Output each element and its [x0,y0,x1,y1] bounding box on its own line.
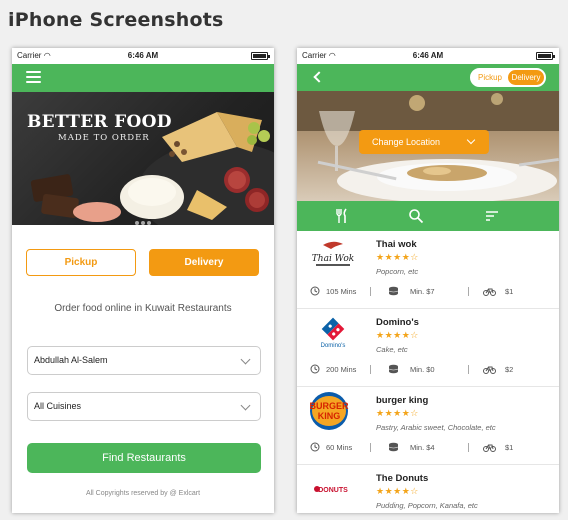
restaurant-row[interactable]: Thai Wok Thai wok ★★★★☆ Popcorn, etc 105 Min… [297,231,559,309]
chevron-down-icon [240,400,251,411]
battery-icon [251,52,270,60]
sort-icon[interactable] [484,208,500,224]
restaurant-row[interactable]: Domino's Domino's ★★★★☆ Cake, etc 200 Mins Mi… [297,309,559,387]
restaurant-name: burger king [376,395,429,406]
restaurant-name: Domino's [376,317,419,328]
rating-stars: ★★★★☆ [376,409,419,419]
restaurant-name: Thai wok [376,239,417,250]
area-select[interactable]: Abdullah Al-Salem [27,346,261,375]
home-screen: Carrier ◠ 6:46 AM BETTER FOOD MADE TO OR… [12,48,274,513]
cutlery-icon[interactable] [334,208,350,224]
clock-icon [310,364,320,374]
navbar: Pickup Delivery [297,64,559,91]
restaurant-row[interactable]: DONUTS The Donuts ★★★★☆ Pudding, Popcorn, K… [297,465,559,513]
restaurant-row[interactable]: BURGER KING burger king ★★★★☆ Pastry, Arabic… [297,387,559,465]
filter-toolbar [297,201,559,231]
svg-text:KING: KING [318,411,341,421]
banner-subtitle: MADE TO ORDER [58,133,150,143]
rating-stars: ★★★★☆ [376,253,419,263]
find-restaurants-button[interactable]: Find Restaurants [27,443,261,473]
clock-icon [310,442,320,452]
hero-banner: BETTER FOOD MADE TO ORDER [12,92,274,225]
cuisine-select-value: All Cuisines [34,401,82,411]
restaurant-cuisines: Pudding, Popcorn, Kanafa, etc [376,501,478,510]
status-bar: Carrier ◠ 6:46 AM [297,48,559,64]
divider [370,443,371,452]
svg-text:Domino's: Domino's [321,343,346,349]
status-time: 6:46 AM [127,51,159,60]
page-heading: iPhone Screenshots [8,9,224,31]
coins-icon [388,442,399,452]
restaurant-logo: BURGER KING [309,391,357,431]
rating-stars: ★★★★☆ [376,487,419,497]
divider [468,365,469,374]
navbar [12,64,274,92]
toggle-delivery[interactable]: Delivery [508,70,544,85]
coins-icon [388,286,399,296]
bicycle-icon [483,366,496,374]
clock-icon [310,286,320,296]
tagline: Order food online in Kuwait Restaurants [54,303,232,314]
cuisine-select[interactable]: All Cuisines [27,392,261,421]
change-location-label: Change Location [372,137,441,147]
restaurant-name: The Donuts [376,473,429,484]
coins-icon [388,364,399,374]
svg-text:DONUTS: DONUTS [318,487,348,494]
delivery-button[interactable]: Delivery [149,249,259,276]
bicycle-icon [483,288,496,296]
change-location-button[interactable]: Change Location [359,130,489,154]
status-bar: Carrier ◠ 6:46 AM [12,48,274,64]
svg-text:BURGER: BURGER [309,401,349,411]
toggle-pickup[interactable]: Pickup [473,71,507,84]
restaurant-list-screen: Carrier ◠ 6:46 AM Pickup Delivery Change… [297,48,559,513]
location-banner: Change Location [297,91,559,201]
chevron-down-icon [240,354,251,365]
back-icon[interactable] [313,71,325,83]
banner-title: BETTER FOOD [27,112,172,132]
status-time: 6:46 AM [412,51,444,60]
restaurant-logo: DONUTS [309,473,357,505]
restaurant-list: Thai Wok Thai wok ★★★★☆ Popcorn, etc 105 Min… [297,231,559,513]
order-type-toggle[interactable]: Pickup Delivery [470,68,546,87]
divider [370,365,371,374]
divider [370,287,371,296]
battery-icon [536,52,555,60]
bicycle-icon [483,444,496,452]
restaurant-cuisines: Cake, etc [376,345,408,354]
restaurant-logo: Domino's [309,317,357,349]
divider [468,443,469,452]
restaurant-cuisines: Pastry, Arabic sweet, Chocolate, etc [376,423,496,432]
chevron-down-icon [466,135,476,145]
carousel-dots[interactable] [12,212,274,225]
svg-text:Thai Wok: Thai Wok [312,254,354,264]
rating-stars: ★★★★☆ [376,331,419,341]
pickup-button[interactable]: Pickup [26,249,136,276]
divider [468,287,469,296]
menu-icon[interactable] [26,71,41,83]
search-icon[interactable] [408,208,424,224]
copyright-text: All Copyrights reserved by @ Exlcart [85,490,201,497]
restaurant-logo: Thai Wok [309,239,357,271]
area-select-value: Abdullah Al-Salem [34,355,108,365]
restaurant-cuisines: Popcorn, etc [376,267,419,276]
